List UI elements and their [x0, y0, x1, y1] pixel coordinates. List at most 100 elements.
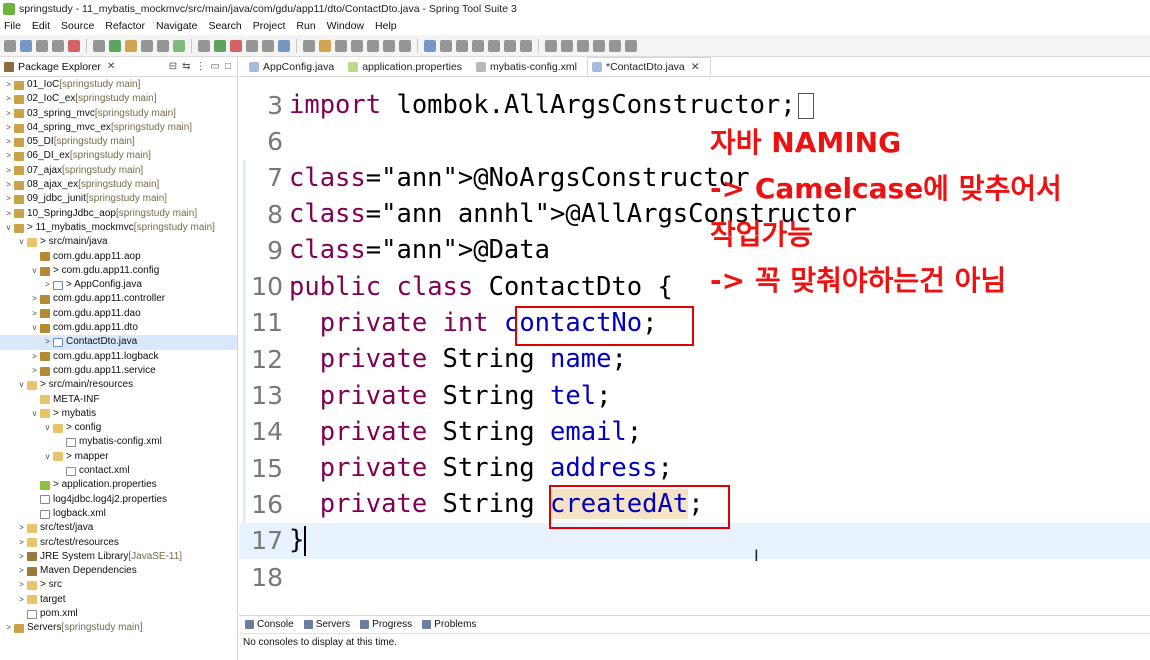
- tree-item[interactable]: >10_SpringJdbc_aop [springstudy main]: [0, 207, 237, 221]
- tree-item[interactable]: > src/test/java: [0, 521, 237, 535]
- pin-icon[interactable]: [319, 39, 331, 52]
- tree-item[interactable]: v com.gdu.app11.dto: [0, 321, 237, 335]
- tree-item[interactable]: > Servers [springstudy main]: [0, 621, 237, 635]
- chevron-down-icon[interactable]: v: [30, 321, 39, 335]
- code-line[interactable]: 14 private String email;: [239, 414, 1150, 450]
- tree-item[interactable]: v > com.gdu.app11.config: [0, 264, 237, 278]
- code-line[interactable]: 12 private String name;: [239, 341, 1150, 377]
- link-icon[interactable]: [440, 39, 452, 52]
- new-window-icon[interactable]: [625, 39, 637, 52]
- back-icon[interactable]: [561, 39, 573, 52]
- tree-item[interactable]: >06_DI_ex [springstudy main]: [0, 149, 237, 163]
- last-edit-icon[interactable]: [545, 39, 557, 52]
- debug-dropdown-icon[interactable]: [214, 39, 226, 52]
- package-explorer-tab[interactable]: Package Explorer ✕ ⊟ ⇆ ⋮ ▭ □: [0, 57, 237, 77]
- chevron-right-icon[interactable]: >: [17, 578, 26, 592]
- chevron-down-icon[interactable]: v: [4, 221, 13, 235]
- chevron-down-icon[interactable]: v: [17, 378, 26, 392]
- tree-item[interactable]: mybatis-config.xml: [0, 435, 237, 449]
- chevron-right-icon[interactable]: >: [30, 292, 39, 306]
- code-line[interactable]: 3 import lombok.AllArgsConstructor;: [239, 87, 1150, 123]
- chevron-down-icon[interactable]: v: [30, 264, 39, 278]
- editor-tab[interactable]: AppConfig.java: [245, 57, 344, 76]
- tree-item[interactable]: > com.gdu.app11.controller: [0, 292, 237, 306]
- chevron-right-icon[interactable]: >: [4, 164, 13, 178]
- tree-item[interactable]: contact.xml: [0, 464, 237, 478]
- tab-progress[interactable]: Progress: [360, 619, 412, 630]
- chevron-right-icon[interactable]: >: [17, 593, 26, 607]
- tree-item[interactable]: v > src/main/resources: [0, 378, 237, 392]
- chevron-right-icon[interactable]: >: [30, 364, 39, 378]
- tree-item[interactable]: v > config: [0, 421, 237, 435]
- code-line[interactable]: 18: [239, 559, 1150, 595]
- tree-item[interactable]: >01_IoC [springstudy main]: [0, 78, 237, 92]
- chevron-right-icon[interactable]: >: [43, 278, 52, 292]
- tree-item[interactable]: > > AppConfig.java: [0, 278, 237, 292]
- tree-item[interactable]: com.gdu.app11.aop: [0, 250, 237, 264]
- editor-tab[interactable]: application.properties: [344, 57, 472, 76]
- tree-item[interactable]: >04_spring_mvc_ex [springstudy main]: [0, 121, 237, 135]
- chevron-right-icon[interactable]: >: [4, 135, 13, 149]
- mark-icon[interactable]: [157, 39, 169, 52]
- nav-back-icon[interactable]: [335, 39, 347, 52]
- tree-item[interactable]: >03_spring_mvc [springstudy main]: [0, 107, 237, 121]
- perspective-icon[interactable]: [609, 39, 621, 52]
- tree-item[interactable]: v > mapper: [0, 450, 237, 464]
- debug-icon[interactable]: [68, 39, 80, 52]
- tree-item[interactable]: > com.gdu.app11.dao: [0, 307, 237, 321]
- tree-item[interactable]: v > src/main/java: [0, 235, 237, 249]
- tree-item[interactable]: logback.xml: [0, 507, 237, 521]
- chevron-right-icon[interactable]: >: [4, 207, 13, 221]
- chevron-down-icon[interactable]: v: [17, 235, 26, 249]
- collapse-all-icon[interactable]: ⊟: [169, 61, 177, 72]
- tree-item[interactable]: > ContactDto.java: [0, 335, 237, 350]
- chevron-right-icon[interactable]: >: [4, 92, 13, 106]
- close-icon[interactable]: ✕: [107, 61, 115, 72]
- external-tools-icon[interactable]: [246, 39, 258, 52]
- search-icon[interactable]: [141, 39, 153, 52]
- menu-edit[interactable]: Edit: [32, 20, 50, 32]
- prev-annotation-icon[interactable]: [520, 39, 532, 52]
- chevron-down-icon[interactable]: v: [43, 421, 52, 435]
- skip-icon[interactable]: [93, 39, 105, 52]
- menu-refactor[interactable]: Refactor: [105, 20, 145, 32]
- tab-console[interactable]: Console: [245, 619, 294, 630]
- tab-servers[interactable]: Servers: [303, 619, 350, 630]
- run-icon[interactable]: [173, 39, 185, 52]
- chevron-down-icon[interactable]: v: [30, 407, 39, 421]
- chevron-right-icon[interactable]: >: [17, 536, 26, 550]
- server-icon[interactable]: [278, 39, 290, 52]
- stop-icon[interactable]: [230, 39, 242, 52]
- maximize-icon[interactable]: □: [225, 61, 231, 72]
- chevron-right-icon[interactable]: >: [4, 121, 13, 135]
- nav-forward-icon[interactable]: [351, 39, 363, 52]
- print-icon[interactable]: [52, 39, 64, 52]
- pin-editor-icon[interactable]: [593, 39, 605, 52]
- chevron-right-icon[interactable]: >: [17, 550, 26, 564]
- tree-item[interactable]: >05_DI [springstudy main]: [0, 135, 237, 149]
- forward-icon[interactable]: [577, 39, 589, 52]
- menu-project[interactable]: Project: [253, 20, 286, 32]
- chevron-right-icon[interactable]: >: [17, 564, 26, 578]
- build-icon[interactable]: [262, 39, 274, 52]
- close-icon[interactable]: ✕: [691, 61, 700, 73]
- menu-help[interactable]: Help: [375, 20, 397, 32]
- chevron-right-icon[interactable]: >: [4, 107, 13, 121]
- tree-item[interactable]: META-INF: [0, 393, 237, 407]
- tree-item[interactable]: >09_jdbc_junit [springstudy main]: [0, 192, 237, 206]
- tree-item[interactable]: > com.gdu.app11.service: [0, 364, 237, 378]
- run-dropdown-icon[interactable]: [198, 39, 210, 52]
- tree-item[interactable]: pom.xml: [0, 607, 237, 621]
- chevron-right-icon[interactable]: >: [4, 78, 13, 92]
- new-icon[interactable]: [4, 39, 16, 52]
- tree-item[interactable]: > src/test/resources: [0, 536, 237, 550]
- tree-item[interactable]: > target: [0, 593, 237, 607]
- chevron-right-icon[interactable]: >: [4, 178, 13, 192]
- chevron-down-icon[interactable]: v: [43, 450, 52, 464]
- code-line[interactable]: 13 private String tel;: [239, 377, 1150, 413]
- prev-edit-icon[interactable]: [367, 39, 379, 52]
- open-perspective-icon[interactable]: [424, 39, 436, 52]
- chevron-right-icon[interactable]: >: [4, 149, 13, 163]
- tree-item[interactable]: > > src: [0, 578, 237, 592]
- editor-tab[interactable]: *ContactDto.java ✕: [586, 57, 711, 76]
